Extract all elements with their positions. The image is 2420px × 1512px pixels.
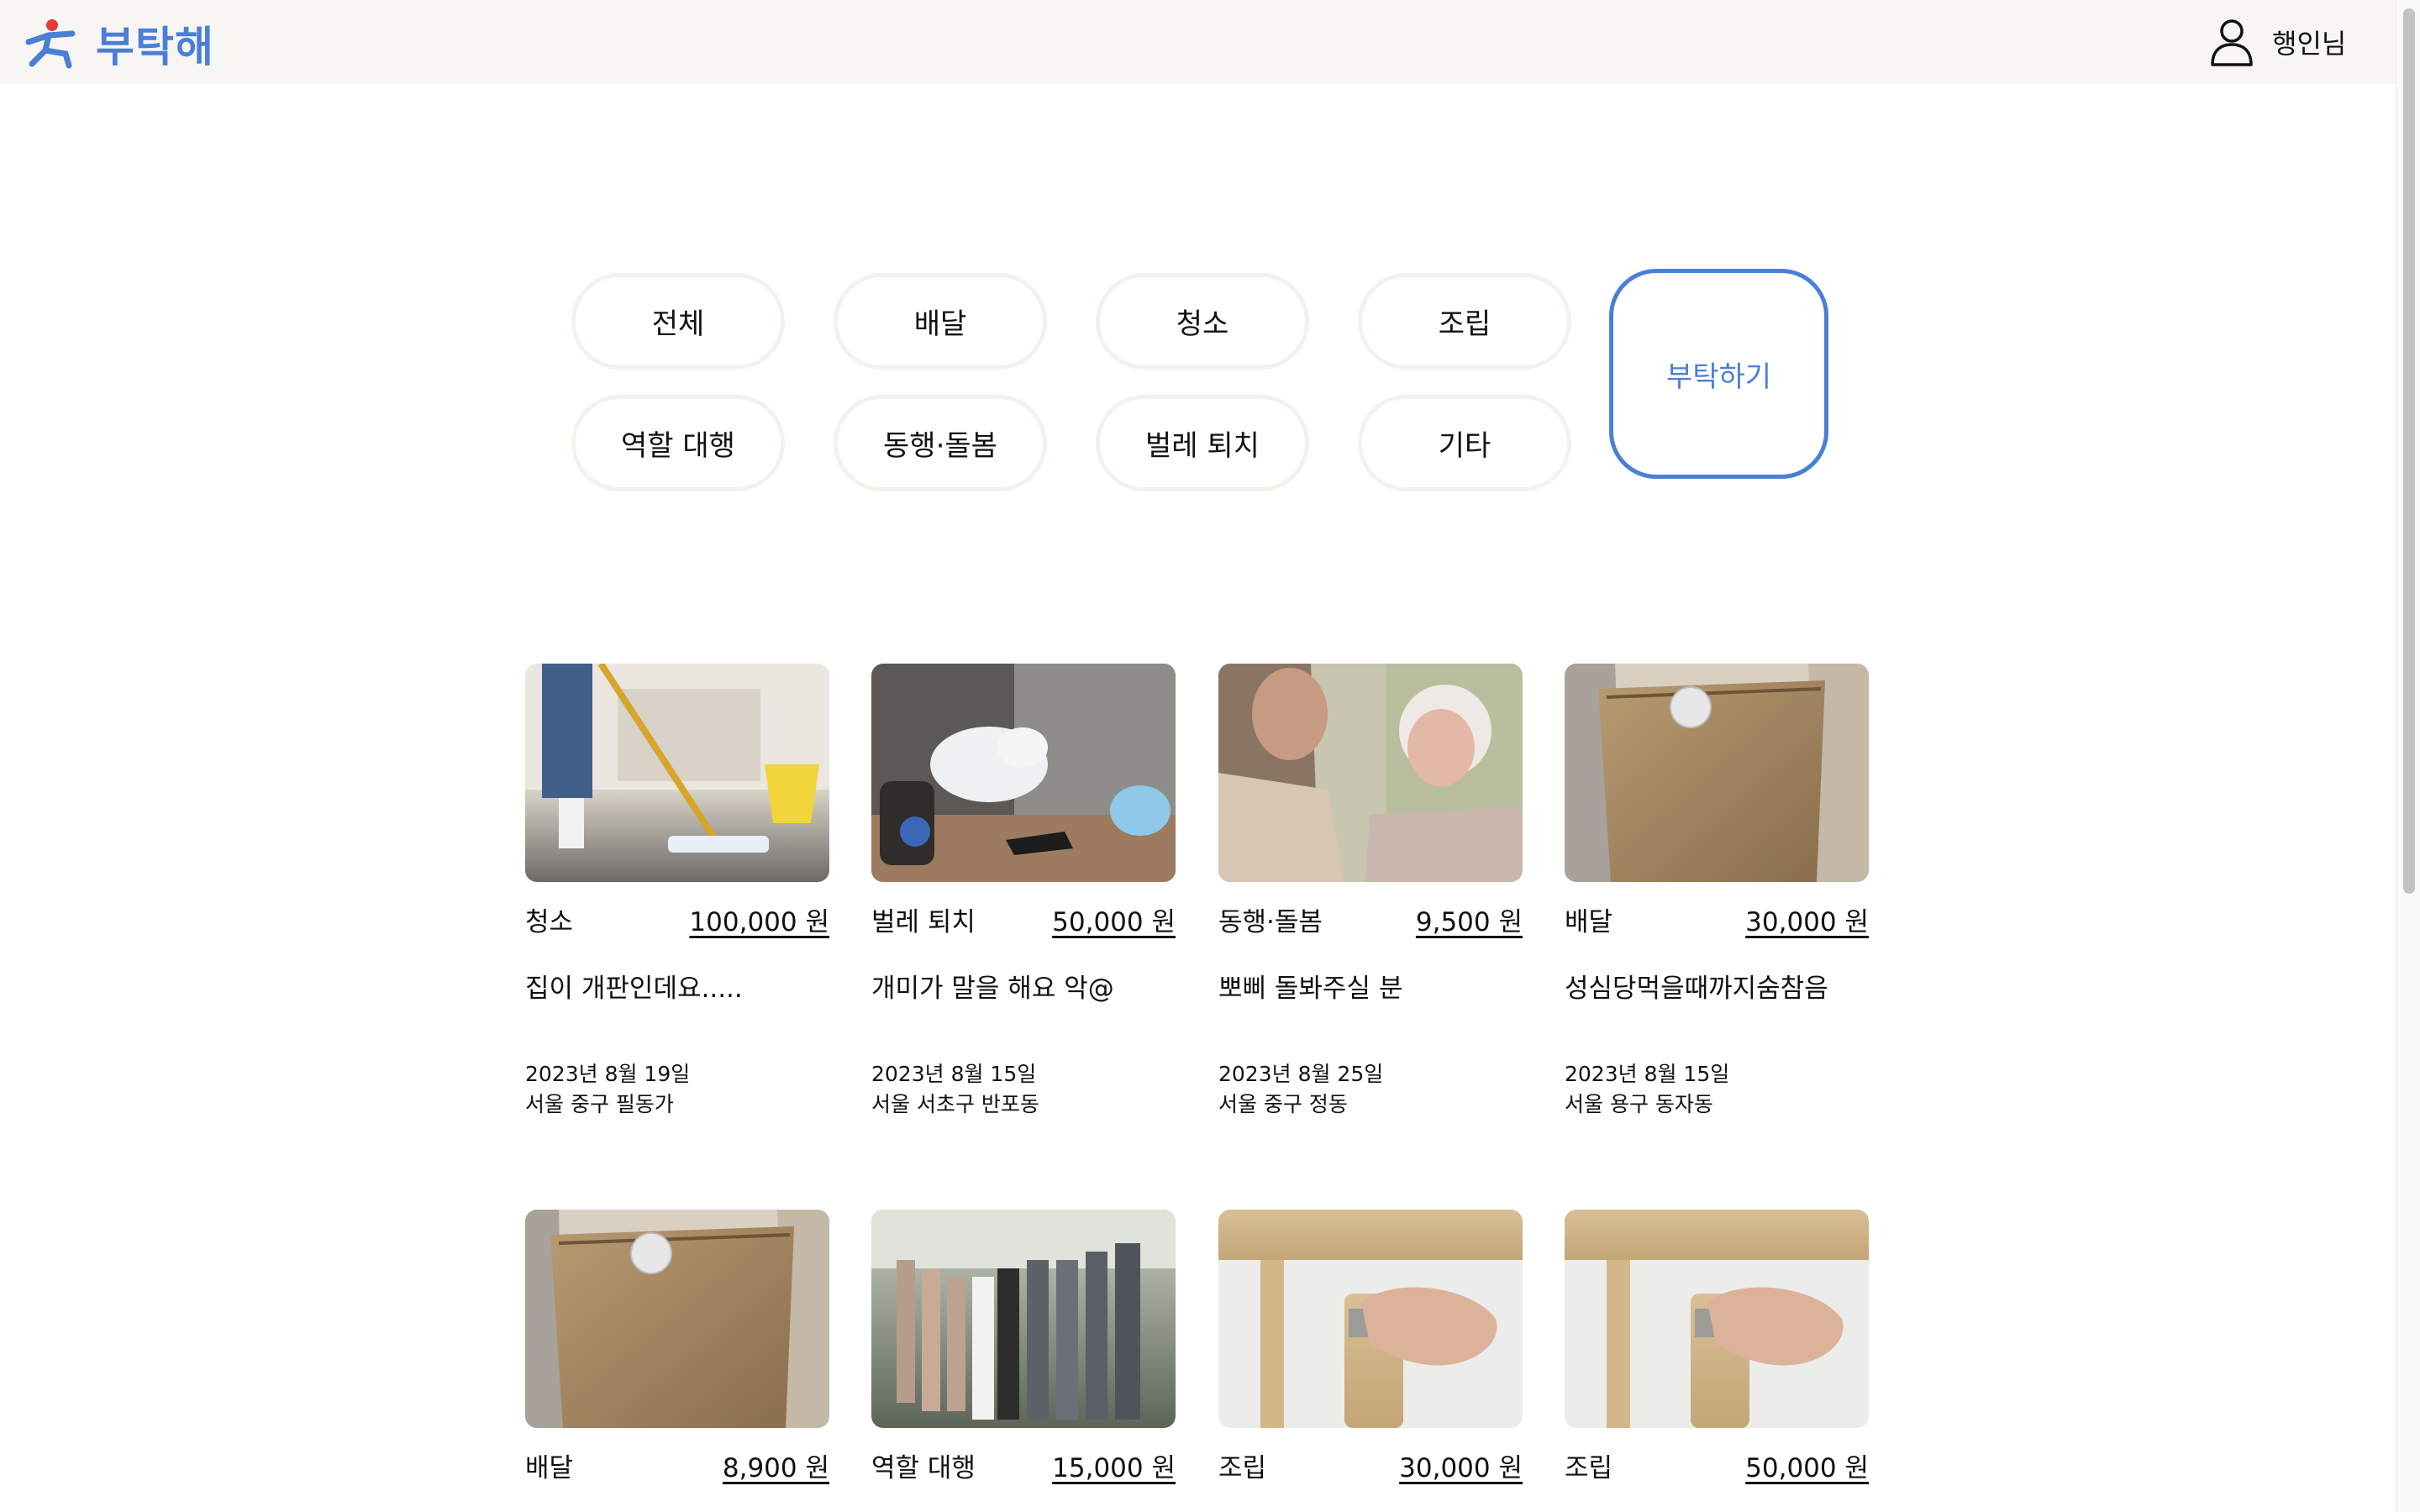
post-card[interactable]: 역할 대행 15,000 원 (871, 1210, 1176, 1484)
post-card[interactable]: 동행·돌봄 9,500 원 뽀삐 돌봐주실 분 2023년 8월 25일 서울 … (1218, 664, 1523, 1120)
post-category: 역할 대행 (871, 1453, 976, 1483)
post-price: 50,000 원 (1745, 1453, 1869, 1483)
paper-bag-photo-icon (1565, 664, 1869, 882)
post-image (525, 664, 829, 882)
paper-bag-photo-icon (525, 1210, 829, 1428)
request-button[interactable]: 부탁하기 (1609, 269, 1828, 479)
post-card[interactable]: 배달 8,900 원 (525, 1210, 829, 1484)
post-category: 벌레 퇴치 (871, 907, 976, 937)
runner-logo-icon (25, 19, 76, 69)
scrollbar-thumb[interactable] (2403, 8, 2415, 894)
caregiver-elderly-photo-icon (1218, 664, 1523, 882)
furniture-leg-photo-icon (1218, 1210, 1523, 1428)
post-date: 2023년 8월 15일 (871, 1062, 1037, 1086)
post-image (1218, 1210, 1523, 1428)
post-title: 뽀삐 돌봐주실 분 (1218, 974, 1403, 1004)
user-menu[interactable]: 행인님 (2208, 17, 2346, 67)
post-price: 50,000 원 (1052, 907, 1176, 937)
category-etc-button[interactable]: 기타 (1358, 395, 1571, 491)
post-price: 8,900 원 (722, 1453, 829, 1483)
app-name: 부탁해 (96, 23, 214, 71)
post-date: 2023년 8월 25일 (1218, 1062, 1384, 1086)
category-delivery-button[interactable]: 배달 (834, 273, 1047, 370)
post-location: 서울 중구 정동 (1218, 1092, 1348, 1116)
top-header: 부탁해 행인님 (0, 0, 2396, 84)
category-cleaning-button[interactable]: 청소 (1096, 273, 1309, 370)
category-pest-control-button[interactable]: 벌레 퇴치 (1096, 395, 1309, 491)
post-price: 9,500 원 (1415, 907, 1523, 937)
post-location: 서울 중구 필동가 (525, 1092, 674, 1116)
post-card[interactable]: 벌레 퇴치 50,000 원 개미가 말을 해요 악@ 2023년 8월 15일… (871, 664, 1176, 1120)
post-price: 30,000 원 (1745, 907, 1869, 937)
category-assembly-button[interactable]: 조립 (1358, 273, 1571, 370)
user-icon (2211, 19, 2253, 66)
post-card[interactable]: 청소 100,000 원 집이 개판인데요..... 2023년 8월 19일 … (525, 664, 829, 1120)
post-title: 집이 개판인데요..... (525, 974, 743, 1004)
post-date: 2023년 8월 15일 (1565, 1062, 1730, 1086)
post-image (1565, 1210, 1869, 1428)
post-card[interactable]: 배달 30,000 원 성심당먹을때까지숨참음 2023년 8월 15일 서울 … (1565, 664, 1869, 1120)
post-card[interactable]: 조립 30,000 원 (1218, 1210, 1523, 1484)
post-category: 동행·돌봄 (1218, 907, 1323, 937)
category-all-button[interactable]: 전체 (571, 273, 785, 370)
page-scrollbar[interactable] (2396, 0, 2420, 1512)
post-category: 배달 (1565, 907, 1613, 937)
post-location: 서울 용구 동자동 (1565, 1092, 1713, 1116)
category-role-proxy-button[interactable]: 역할 대행 (571, 395, 785, 491)
post-date: 2023년 8월 19일 (525, 1062, 691, 1086)
post-price: 30,000 원 (1399, 1453, 1523, 1483)
post-image (1565, 664, 1869, 882)
post-price: 100,000 원 (689, 907, 829, 937)
furniture-leg-photo-icon (1565, 1210, 1869, 1428)
post-title: 개미가 말을 해요 악@ (871, 974, 1114, 1004)
post-category: 조립 (1218, 1453, 1267, 1483)
post-image (1218, 664, 1523, 882)
brand-logo[interactable]: 부탁해 (24, 13, 214, 74)
pest-control-photo-icon (871, 664, 1176, 882)
category-companion-care-button[interactable]: 동행·돌봄 (834, 395, 1047, 491)
post-location: 서울 서초구 반포동 (871, 1092, 1039, 1116)
user-name: 행인님 (2272, 28, 2347, 60)
post-image (525, 1210, 829, 1428)
post-category: 배달 (525, 1453, 574, 1483)
post-title: 성심당먹을때까지숨참음 (1565, 974, 1828, 1004)
post-image (871, 1210, 1176, 1428)
post-card[interactable]: 조립 50,000 원 (1565, 1210, 1869, 1484)
mop-cleaning-photo-icon (525, 664, 829, 882)
post-category: 청소 (525, 907, 574, 937)
wedding-party-photo-icon (871, 1210, 1176, 1428)
post-image (871, 664, 1176, 882)
post-category: 조립 (1565, 1453, 1613, 1483)
post-price: 15,000 원 (1052, 1453, 1176, 1483)
